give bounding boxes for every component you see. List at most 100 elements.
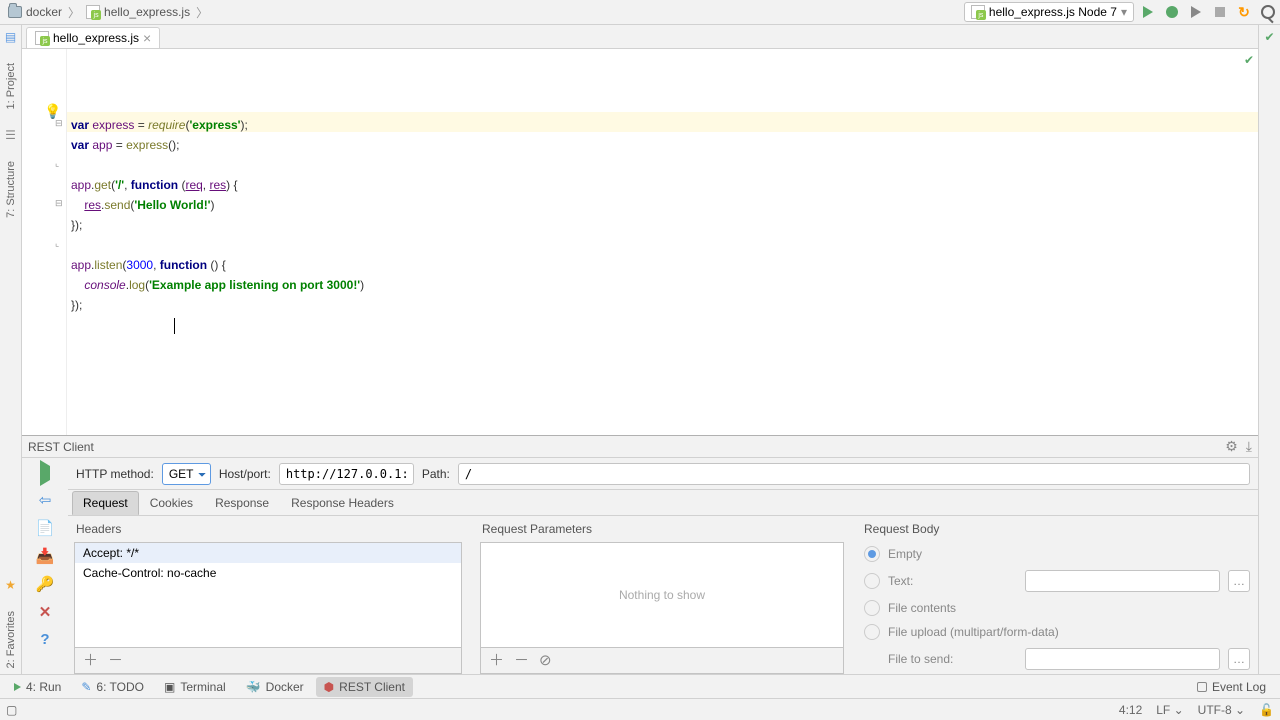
run-tool-tab[interactable]: 4: Run	[6, 677, 69, 697]
clear-params-button[interactable]: ⊘	[539, 655, 552, 667]
breadcrumb-file[interactable]: js hello_express.js	[82, 3, 194, 21]
breadcrumb-folder[interactable]: docker	[4, 3, 66, 21]
editor-tab[interactable]: js hello_express.js ×	[26, 27, 160, 48]
docker-tool-tab[interactable]: 🐳Docker	[238, 677, 312, 697]
status-bar: ▢ 4:12 LF ⌄ UTF-8 ⌄ 🔓	[0, 698, 1280, 720]
file-browse-button[interactable]: …	[1228, 648, 1250, 670]
header-row[interactable]: Cache-Control: no-cache	[75, 563, 461, 583]
tool-hide-button[interactable]: ⤓	[1246, 438, 1252, 455]
body-text-browse-button[interactable]: …	[1228, 570, 1250, 592]
fold-toggle-icon[interactable]: ⊟	[55, 118, 63, 129]
body-empty-radio[interactable]	[864, 546, 880, 562]
favorites-tool-button[interactable]: 2: Favorites	[5, 605, 17, 674]
body-empty-option[interactable]: Empty	[864, 546, 1250, 562]
body-upload-radio[interactable]	[864, 624, 880, 640]
host-port-input[interactable]	[279, 463, 414, 485]
left-tool-strip: ▤ 1: Project ☰ 7: Structure ★ 2: Favorit…	[0, 25, 22, 674]
tab-request[interactable]: Request	[72, 491, 139, 515]
request-line: HTTP method: GET Host/port: Path:	[68, 458, 1258, 490]
body-file-radio[interactable]	[864, 600, 880, 616]
help-button[interactable]: ?	[40, 631, 49, 648]
file-to-send-input[interactable]	[1025, 648, 1220, 670]
favorites-star-icon[interactable]: ★	[3, 577, 19, 593]
run-config-label: hello_express.js Node 7	[989, 5, 1117, 19]
todo-icon: ✎	[81, 680, 91, 694]
code-content[interactable]: var express = require('express'); var ap…	[71, 115, 1258, 335]
event-log-tab[interactable]: Event Log	[1189, 677, 1274, 697]
editor-tabs: js hello_express.js ×	[22, 25, 1258, 49]
editor-tab-label: hello_express.js	[53, 31, 139, 45]
params-list[interactable]: Nothing to show	[480, 542, 844, 648]
export-button[interactable]: 📄	[36, 519, 55, 537]
js-file-icon: js	[35, 31, 49, 45]
readonly-toggle-icon[interactable]: 🔓	[1259, 703, 1274, 717]
update-button[interactable]: ↻	[1236, 4, 1252, 20]
rest-client-tool-tab[interactable]: ⬢REST Client	[316, 677, 413, 697]
file-encoding[interactable]: UTF-8 ⌄	[1198, 703, 1245, 717]
history-back-button[interactable]: ⇦	[39, 491, 52, 509]
check-icon[interactable]: ✔	[1262, 29, 1278, 45]
headers-list[interactable]: Accept: */* Cache-Control: no-cache	[74, 542, 462, 648]
caret-position[interactable]: 4:12	[1119, 703, 1142, 717]
submit-request-button[interactable]	[40, 464, 50, 481]
docker-icon: 🐳	[246, 680, 261, 694]
fold-toggle-icon[interactable]: ⊟	[55, 198, 63, 209]
close-tool-button[interactable]: ✕	[39, 603, 52, 621]
terminal-tool-tab[interactable]: ▣Terminal	[156, 677, 234, 697]
http-method-select[interactable]: GET	[162, 463, 211, 485]
params-empty-text: Nothing to show	[619, 588, 705, 602]
body-title: Request Body	[856, 516, 1258, 542]
body-upload-option[interactable]: File upload (multipart/form-data)	[864, 624, 1250, 640]
headers-panel: Headers Accept: */* Cache-Control: no-ca…	[68, 516, 468, 674]
breadcrumb-separator: 〉	[196, 4, 208, 21]
structure-tool-button[interactable]: 7: Structure	[5, 155, 17, 224]
project-tool-icon[interactable]: ▤	[3, 29, 19, 45]
right-tool-strip: ✔	[1258, 25, 1280, 674]
tab-cookies[interactable]: Cookies	[139, 491, 204, 515]
line-separator[interactable]: LF ⌄	[1156, 703, 1183, 717]
generate-auth-button[interactable]: 🔑	[36, 575, 55, 593]
file-to-send-row: File to send: …	[864, 648, 1250, 670]
tool-settings-button[interactable]: ⚙	[1225, 438, 1238, 455]
tab-response[interactable]: Response	[204, 491, 280, 515]
rest-client-tool-window: REST Client ⚙ ⤓ ⇦ 📄 📥 🔑 ✕ ? HTTP meth	[22, 435, 1258, 674]
params-title: Request Parameters	[474, 516, 850, 542]
search-everywhere-button[interactable]	[1260, 4, 1276, 20]
coverage-button[interactable]	[1188, 4, 1204, 20]
import-button[interactable]: 📥	[36, 547, 55, 565]
tool-window-quick-access-icon[interactable]: ▢	[6, 703, 17, 717]
tab-response-headers[interactable]: Response Headers	[280, 491, 405, 515]
host-port-label: Host/port:	[219, 467, 271, 481]
editor-gutter[interactable]: 💡 ⊟ ⌞ ⊟ ⌞	[22, 49, 67, 435]
request-parameters-panel: Request Parameters Nothing to show ＋ － ⊘	[474, 516, 850, 674]
rest-icon: ⬢	[324, 680, 334, 694]
request-tabs: Request Cookies Response Response Header…	[68, 490, 1258, 516]
event-log-icon	[1197, 682, 1207, 692]
run-button[interactable]	[1140, 4, 1156, 20]
folder-icon	[8, 6, 22, 18]
project-tool-button[interactable]: 1: Project	[5, 57, 17, 115]
play-icon	[14, 683, 21, 691]
remove-header-button[interactable]: －	[108, 655, 123, 667]
header-row[interactable]: Accept: */*	[75, 543, 461, 563]
inspection-marker-icon[interactable]: ✔	[1244, 55, 1254, 65]
debug-button[interactable]	[1164, 4, 1180, 20]
breadcrumb-separator: 〉	[68, 4, 80, 21]
breadcrumb-file-label: hello_express.js	[104, 5, 190, 19]
add-header-button[interactable]: ＋	[83, 655, 98, 667]
body-text-option[interactable]: Text: …	[864, 570, 1250, 592]
code-editor[interactable]: 💡 ⊟ ⌞ ⊟ ⌞ ✔ var express = require('expre…	[22, 49, 1258, 435]
add-param-button[interactable]: ＋	[489, 655, 504, 667]
body-text-input[interactable]	[1025, 570, 1220, 592]
close-tab-button[interactable]: ×	[143, 33, 151, 43]
structure-tool-icon[interactable]: ☰	[3, 127, 19, 143]
body-file-option[interactable]: File contents	[864, 600, 1250, 616]
tool-window-title: REST Client	[28, 440, 94, 454]
js-file-icon: js	[86, 5, 100, 19]
remove-param-button[interactable]: －	[514, 655, 529, 667]
body-text-radio[interactable]	[864, 573, 880, 589]
path-input[interactable]	[458, 463, 1250, 485]
http-method-label: HTTP method:	[76, 467, 154, 481]
todo-tool-tab[interactable]: ✎6: TODO	[73, 677, 152, 697]
run-configuration-selector[interactable]: js hello_express.js Node 7 ▾	[964, 2, 1134, 22]
